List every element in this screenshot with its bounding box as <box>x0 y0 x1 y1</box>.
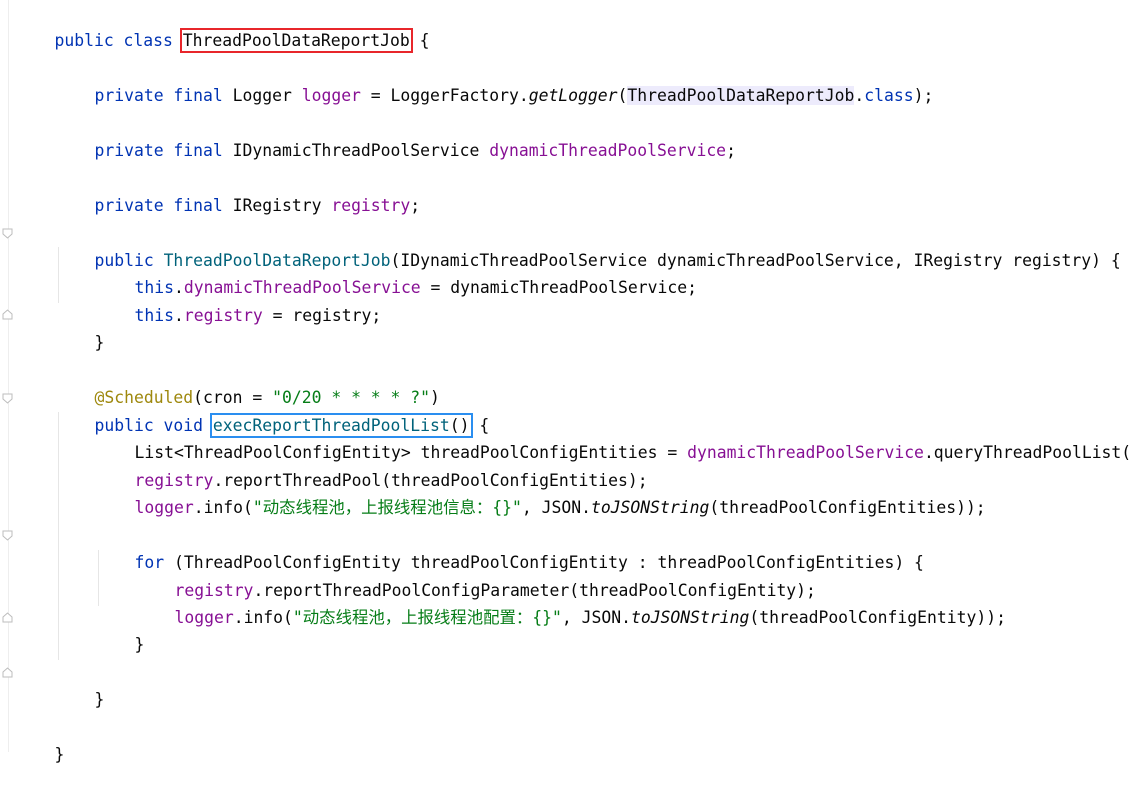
fold-close-icon[interactable] <box>2 309 13 320</box>
closing-brace: } <box>94 690 105 709</box>
code-line: List<ThreadPoolConfigEntity> threadPoolC… <box>95 412 1132 462</box>
fold-open-icon[interactable] <box>2 228 13 239</box>
code-line: private final Logger logger = LoggerFact… <box>55 55 933 105</box>
closing-brace: } <box>54 745 65 764</box>
method-name: toJSONString <box>590 498 710 517</box>
field-name: logger <box>301 86 361 105</box>
type-name: IRegistry <box>232 196 332 215</box>
string-literal: "动态线程池，上报线程池配置：{}" <box>292 608 562 627</box>
code-line: public class ThreadPoolDataReportJob { <box>15 0 430 53</box>
code-text: .info( <box>193 498 253 517</box>
keyword: public class <box>54 31 183 50</box>
code-text: ); <box>913 86 934 105</box>
class-name-highlighted[interactable]: ThreadPoolDataReportJob <box>179 28 413 53</box>
code-line: private final IRegistry registry; <box>55 165 420 215</box>
field-name: registry <box>331 196 411 215</box>
closing-brace: } <box>94 333 105 352</box>
code-line: } <box>55 302 104 352</box>
code-text: (threadPoolConfigEntity)); <box>749 608 1006 627</box>
code-line: } <box>95 604 144 654</box>
code-line: @Scheduled(cron = "0/20 * * * * ?") <box>55 357 439 407</box>
code-line: } <box>55 659 104 709</box>
keyword: this <box>134 306 174 325</box>
method-name: toJSONString <box>630 608 750 627</box>
keyword: private final <box>94 196 233 215</box>
code-text: = registry; <box>262 306 382 325</box>
fold-open-icon[interactable] <box>2 393 13 404</box>
code-line: logger.info("动态线程池，上报线程池配置：{}", JSON.toJ… <box>135 577 1005 627</box>
code-line: this.registry = registry; <box>95 275 381 325</box>
closing-brace: } <box>134 635 145 654</box>
code-line: public void execReportThreadPoolList() { <box>55 385 489 438</box>
code-text: , JSON. <box>561 608 631 627</box>
code-line: private final IDynamicThreadPoolService … <box>55 110 735 160</box>
code-line: } <box>15 714 64 764</box>
code-text: ( <box>617 86 628 105</box>
code-line: registry.reportThreadPoolConfigParameter… <box>135 550 815 600</box>
field-name: logger <box>134 498 194 517</box>
gutter-divider <box>8 0 9 752</box>
code-text: ; <box>410 196 421 215</box>
field-name: dynamicThreadPoolService <box>489 141 727 160</box>
type-name: Logger <box>232 86 302 105</box>
code-line: logger.info("动态线程池，上报线程池信息：{}", JSON.toJ… <box>95 467 985 517</box>
code-text: . <box>854 86 865 105</box>
field-name: logger <box>174 608 234 627</box>
code-text: .info( <box>233 608 293 627</box>
fold-close-icon[interactable] <box>2 667 13 678</box>
code-editor[interactable]: public class ThreadPoolDataReportJob { p… <box>0 0 1132 764</box>
code-text: (threadPoolConfigEntities)); <box>709 498 986 517</box>
code-text: , JSON. <box>521 498 591 517</box>
field-name: registry <box>183 306 263 325</box>
fold-open-icon[interactable] <box>2 530 13 541</box>
code-text: .queryThreadPoolList(); <box>923 443 1132 462</box>
code-text: { <box>409 31 430 50</box>
code-line: for (ThreadPoolConfigEntity threadPoolCo… <box>95 522 923 572</box>
fold-close-icon[interactable] <box>2 612 13 623</box>
code-text: = LoggerFactory. <box>360 86 529 105</box>
code-text: . <box>173 306 184 325</box>
code-text: = dynamicThreadPoolService; <box>420 278 697 297</box>
code-line: registry.reportThreadPool(threadPoolConf… <box>95 440 647 490</box>
string-literal: "动态线程池，上报线程池信息：{}" <box>252 498 522 517</box>
keyword: private final <box>94 86 233 105</box>
code-line: this.dynamicThreadPoolService = dynamicT… <box>95 247 697 297</box>
code-line: public ThreadPoolDataReportJob(IDynamicT… <box>55 220 1120 270</box>
class-reference: ThreadPoolDataReportJob <box>627 86 855 105</box>
code-text: ; <box>726 141 736 160</box>
keyword: class <box>864 86 914 105</box>
method-name: getLogger <box>528 86 618 105</box>
keyword: private final <box>94 141 233 160</box>
field-name: dynamicThreadPoolService <box>687 443 924 462</box>
type-name: IDynamicThreadPoolService <box>232 141 490 160</box>
